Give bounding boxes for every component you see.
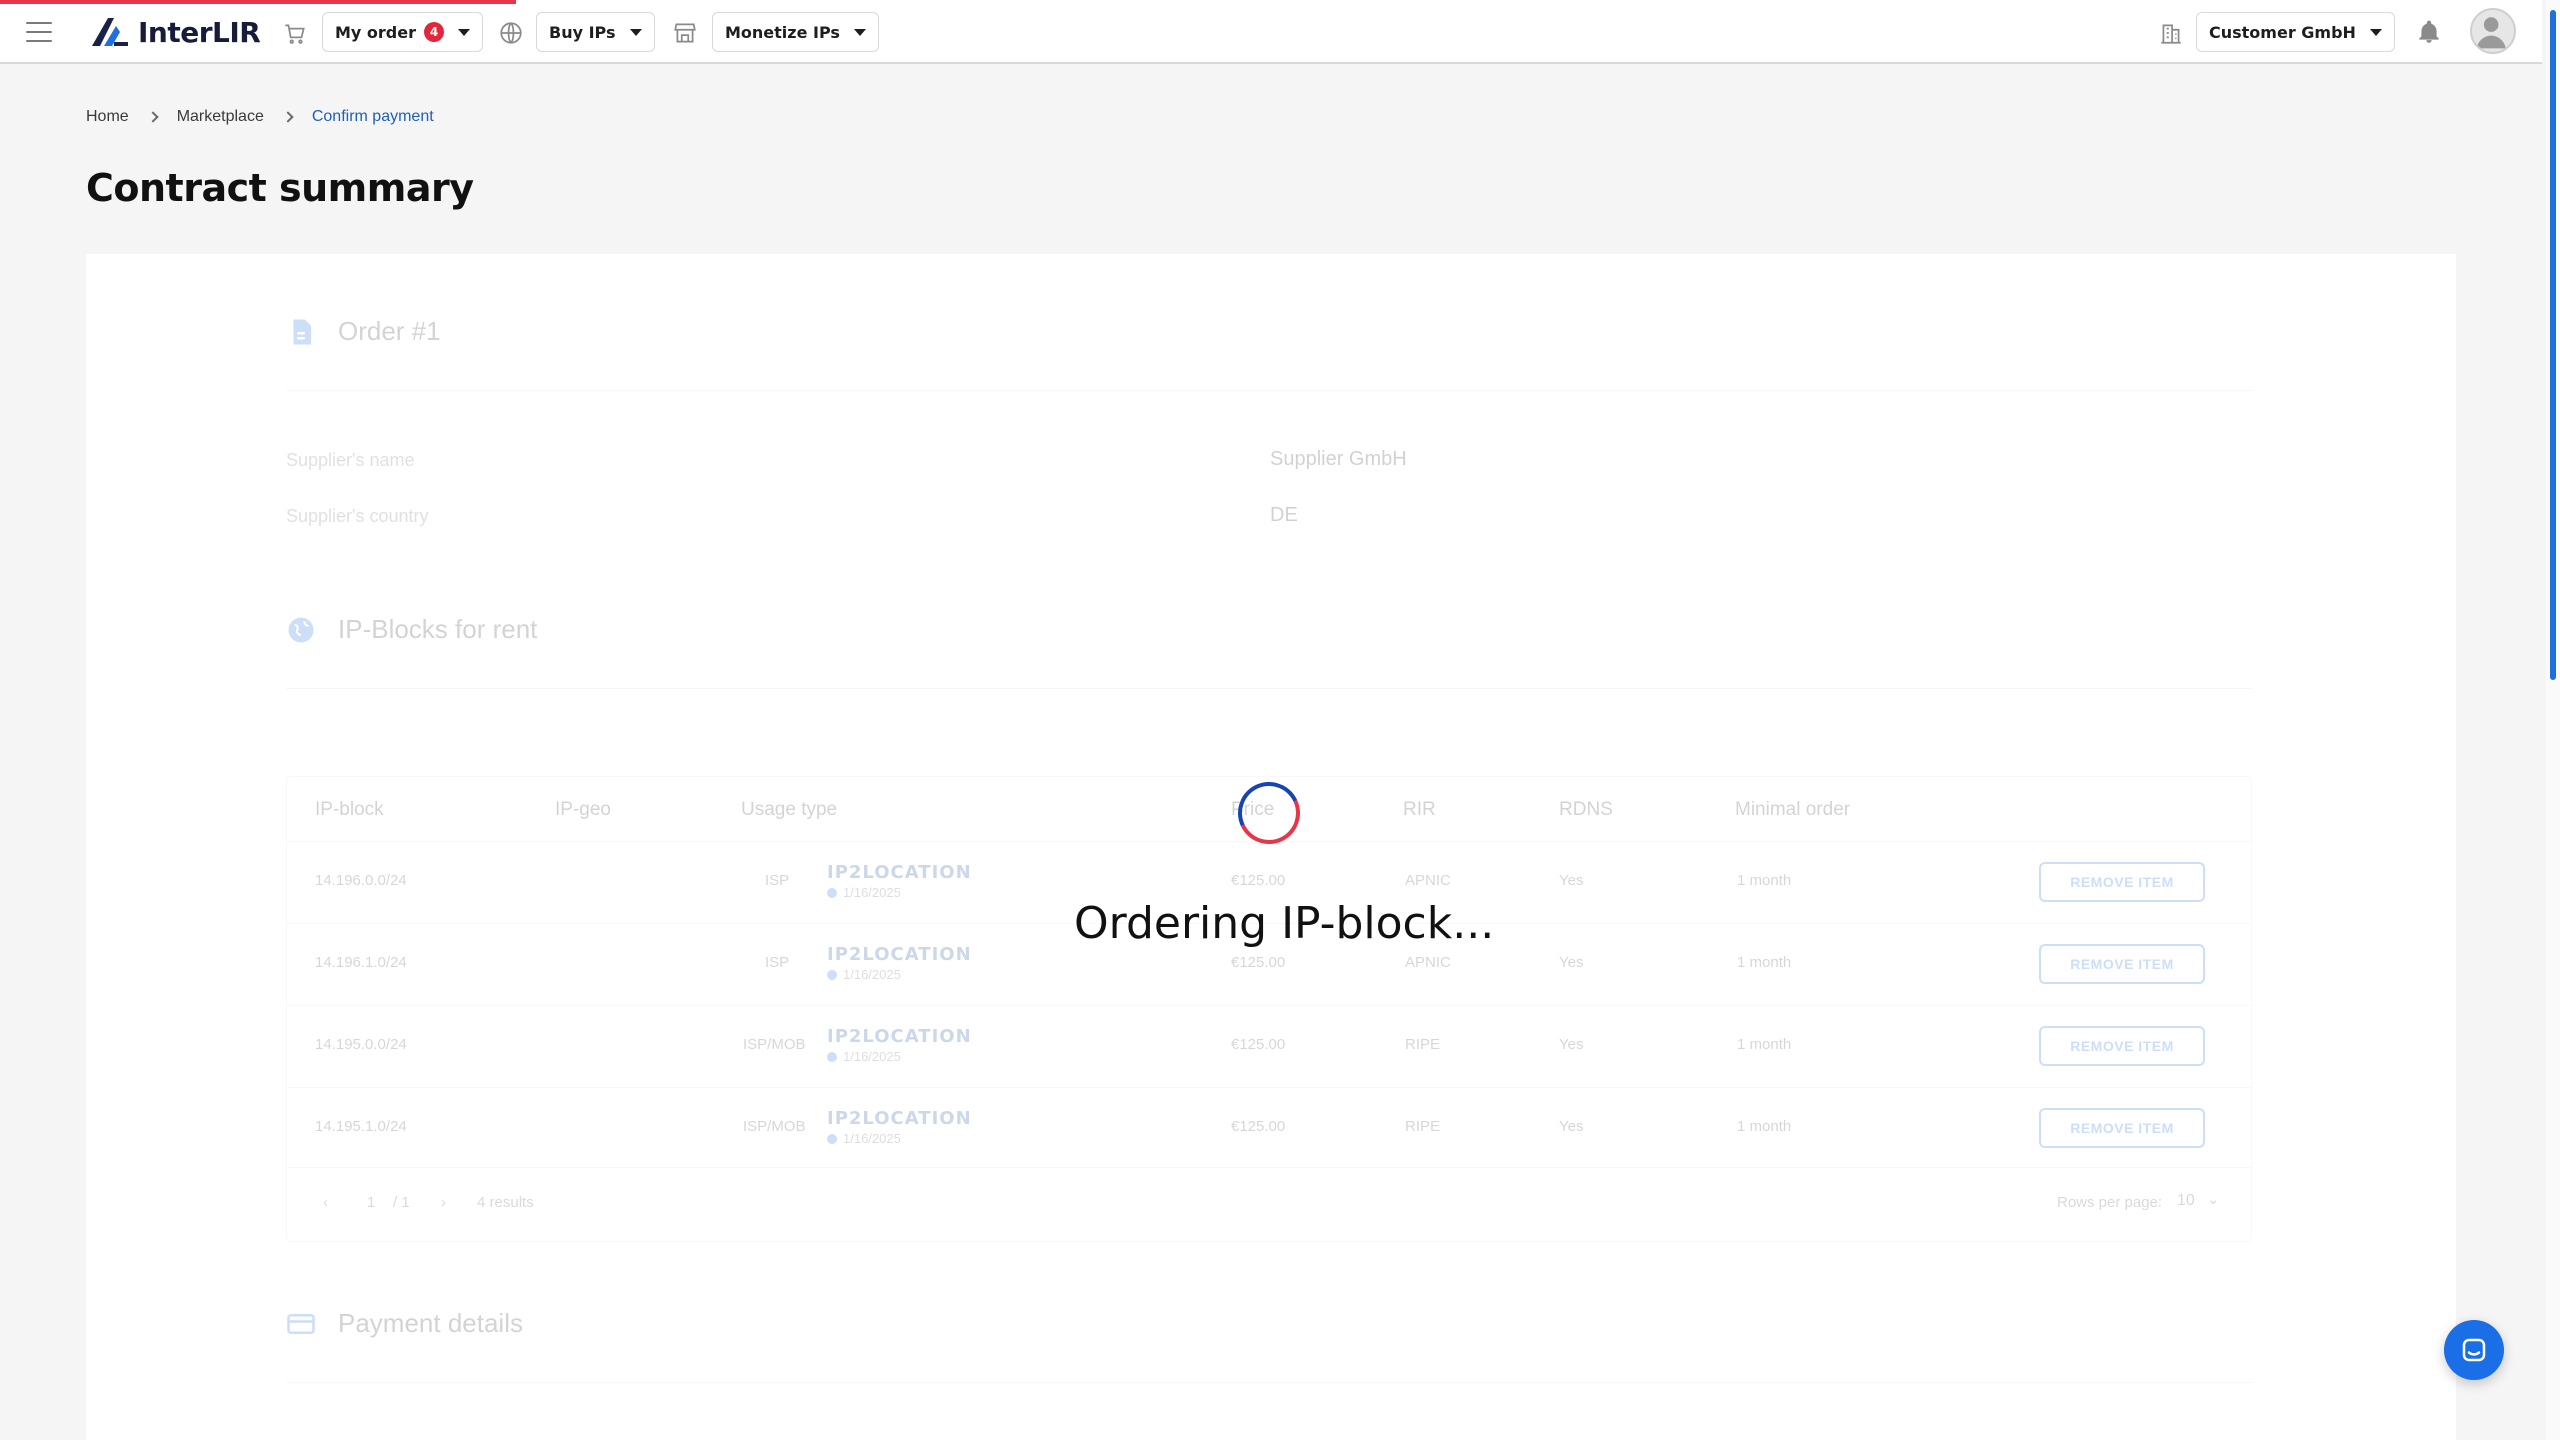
status-dot-icon: [827, 969, 837, 980]
page-loading-bar: [0, 0, 516, 4]
supplier-name-label: Supplier's name: [286, 450, 415, 470]
section-divider: [286, 688, 2252, 689]
geo-date: 1/16/2025: [843, 967, 901, 982]
loading-message: Ordering IP-block...: [1074, 898, 1495, 949]
ip-geo-cell: IP2LOCATION 1/16/2025: [827, 862, 972, 900]
credit-card-icon: [287, 1313, 315, 1334]
rdns-cell: Yes: [1559, 872, 1584, 889]
usage-type-cell: ISP/MOB: [743, 1118, 806, 1135]
order-section-header: Order #1: [286, 316, 441, 347]
column-rir[interactable]: RIR: [1403, 799, 1436, 821]
remove-item-button[interactable]: REMOVE ITEM: [2039, 1108, 2205, 1148]
ip2location-logo: IP2LOCATION: [827, 944, 972, 965]
ip2location-logo: IP2LOCATION: [827, 1026, 972, 1047]
contract-card: Order #1 Supplier's name Supplier GmbH S…: [86, 254, 2456, 1440]
ip-block-cell: 14.196.0.0/24: [315, 872, 407, 889]
chat-icon: [2462, 1338, 2486, 1362]
ip-geo-cell: IP2LOCATION 1/16/2025: [827, 1026, 972, 1064]
column-usage-type[interactable]: Usage type: [741, 799, 837, 821]
ip-block-cell: 14.195.1.0/24: [315, 1118, 407, 1135]
rows-per-page-select[interactable]: 10: [2177, 1192, 2195, 1210]
supplier-name-value: Supplier GmbH: [1270, 448, 1407, 470]
remove-item-button[interactable]: REMOVE ITEM: [2039, 944, 2205, 984]
geo-date: 1/16/2025: [843, 885, 901, 900]
prev-page-chevron-icon[interactable]: ‹: [323, 1194, 328, 1211]
rir-cell: APNIC: [1405, 872, 1451, 889]
column-rdns[interactable]: RDNS: [1559, 799, 1613, 821]
rdns-cell: Yes: [1559, 954, 1584, 971]
minimal-order-cell: 1 month: [1737, 1118, 1792, 1135]
table-row: 14.195.1.0/24 ISP/MOB IP2LOCATION 1/16/2…: [287, 1087, 2251, 1169]
payment-section-title: Payment details: [338, 1308, 523, 1338]
next-page-chevron-icon[interactable]: ›: [441, 1194, 446, 1211]
ip-block-cell: 14.196.1.0/24: [315, 954, 407, 971]
chat-launcher-button[interactable]: [2444, 1320, 2504, 1380]
column-minimal-order[interactable]: Minimal order: [1735, 799, 1850, 821]
minimal-order-cell: 1 month: [1737, 1036, 1792, 1053]
rir-cell: RIPE: [1405, 1118, 1441, 1135]
ip2location-logo: IP2LOCATION: [827, 862, 972, 883]
ip-geo-cell: IP2LOCATION 1/16/2025: [827, 944, 972, 982]
remove-item-button[interactable]: REMOVE ITEM: [2039, 1026, 2205, 1066]
status-dot-icon: [827, 1133, 837, 1144]
results-count: 4 results: [477, 1194, 534, 1211]
ip2location-logo: IP2LOCATION: [827, 1108, 972, 1129]
chevron-down-icon[interactable]: ⌄: [2207, 1190, 2220, 1208]
ip-block-cell: 14.195.0.0/24: [315, 1036, 407, 1053]
rir-cell: RIPE: [1405, 1036, 1441, 1053]
table-pagination: ‹ 1 / 1 › 4 results Rows per page: 10 ⌄: [287, 1167, 2251, 1241]
remove-item-button[interactable]: REMOVE ITEM: [2039, 862, 2205, 902]
supplier-country-value: DE: [1270, 504, 1298, 526]
rdns-cell: Yes: [1559, 1118, 1584, 1135]
ipblocks-section-title: IP-Blocks for rent: [338, 614, 538, 644]
section-divider: [286, 390, 2252, 391]
minimal-order-cell: 1 month: [1737, 954, 1792, 971]
globe-icon: [288, 617, 314, 642]
ipblocks-table: IP-block IP-geo Usage type Price RIR RDN…: [286, 776, 2252, 1242]
price-cell: €125.00: [1231, 1118, 1286, 1135]
order-section-title: Order #1: [338, 316, 441, 346]
status-dot-icon: [827, 1051, 837, 1062]
total-pages: / 1: [393, 1194, 410, 1211]
supplier-country-label: Supplier's country: [286, 506, 429, 526]
rdns-cell: Yes: [1559, 1036, 1584, 1053]
document-icon: [293, 319, 311, 344]
usage-type-cell: ISP: [765, 872, 790, 889]
geo-date: 1/16/2025: [843, 1049, 901, 1064]
minimal-order-cell: 1 month: [1737, 872, 1792, 889]
rir-cell: APNIC: [1405, 954, 1451, 971]
geo-date: 1/16/2025: [843, 1131, 901, 1146]
payment-section-header: Payment details: [286, 1308, 523, 1339]
price-cell: €125.00: [1231, 954, 1286, 971]
column-ip-block[interactable]: IP-block: [315, 799, 384, 821]
status-dot-icon: [827, 887, 837, 898]
ipblocks-section-header: IP-Blocks for rent: [286, 614, 537, 645]
table-row: 14.195.0.0/24 ISP/MOB IP2LOCATION 1/16/2…: [287, 1005, 2251, 1087]
usage-type-cell: ISP/MOB: [743, 1036, 806, 1053]
rows-per-page-label: Rows per page:: [2057, 1194, 2163, 1211]
faded-content: Order #1 Supplier's name Supplier GmbH S…: [0, 0, 2560, 1440]
price-cell: €125.00: [1231, 1036, 1286, 1053]
ip-geo-cell: IP2LOCATION 1/16/2025: [827, 1108, 972, 1146]
current-page: 1: [367, 1194, 376, 1211]
column-ip-geo[interactable]: IP-geo: [555, 799, 611, 821]
section-divider: [286, 1382, 2252, 1383]
usage-type-cell: ISP: [765, 954, 790, 971]
price-cell: €125.00: [1231, 872, 1286, 889]
